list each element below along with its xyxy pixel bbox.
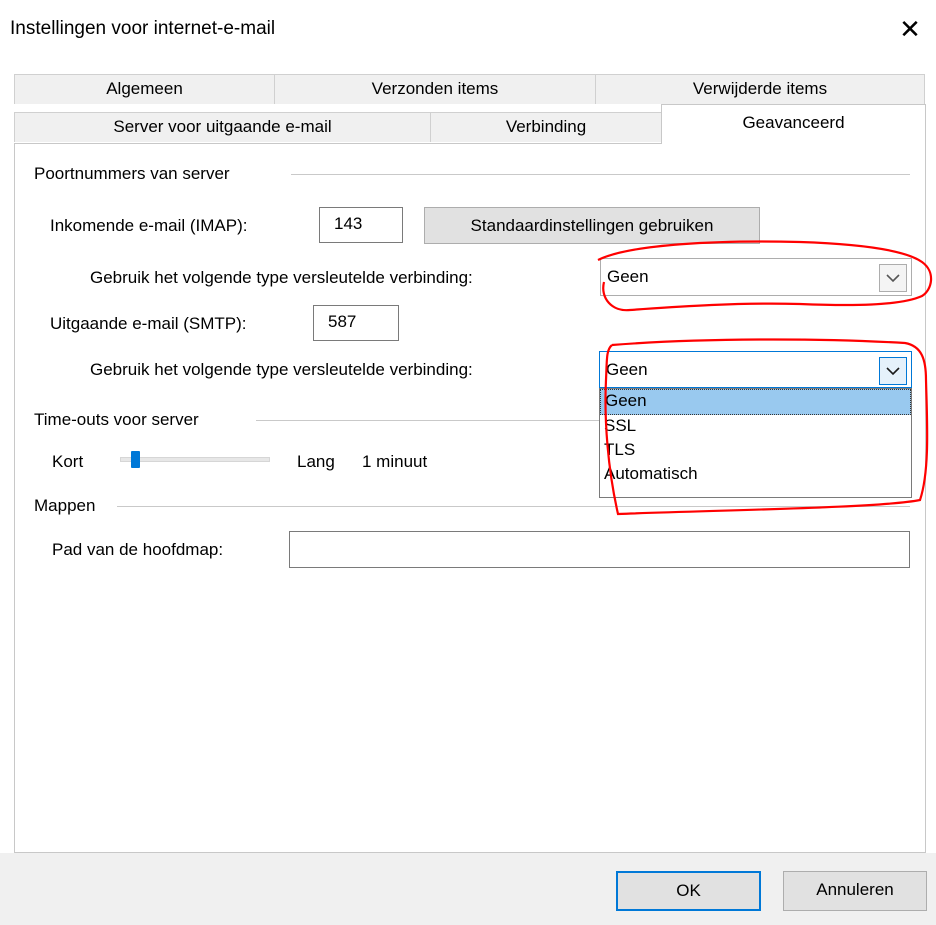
title-bar: Instellingen voor internet-e-mail ✕ xyxy=(0,0,936,58)
outgoing-label: Uitgaande e-mail (SMTP): xyxy=(50,314,247,333)
incoming-encryption-select[interactable]: Geen xyxy=(600,258,912,296)
outgoing-encryption-label: Gebruik het volgende type versleutelde v… xyxy=(90,360,473,379)
group-divider xyxy=(291,174,910,175)
group-divider xyxy=(256,420,599,421)
combo-value: Geen xyxy=(606,360,648,379)
outgoing-encryption-dropdown: Geen SSL TLS Automatisch xyxy=(599,388,912,498)
option-geen[interactable]: Geen xyxy=(600,389,911,415)
timeout-slider-track[interactable] xyxy=(120,457,270,462)
timeout-value: 1 minuut xyxy=(362,452,428,471)
root-path-input[interactable] xyxy=(289,531,910,568)
tab-label: Verwijderde items xyxy=(692,79,828,98)
option-automatisch[interactable]: Automatisch xyxy=(600,463,911,487)
ok-button[interactable]: OK xyxy=(616,871,761,911)
cancel-button[interactable]: Annuleren xyxy=(783,871,927,911)
tab-label: Verzonden items xyxy=(371,79,499,98)
incoming-encryption-label: Gebruik het volgende type versleutelde v… xyxy=(90,268,473,287)
combo-value: Geen xyxy=(607,267,649,286)
close-button[interactable]: ✕ xyxy=(893,12,927,46)
tab-label: Geavanceerd xyxy=(742,113,845,132)
group-label-timeouts: Time-outs voor server xyxy=(34,410,199,429)
close-icon: ✕ xyxy=(899,14,921,44)
group-label-folders: Mappen xyxy=(34,496,96,515)
tab-verzonden-items[interactable]: Verzonden items xyxy=(274,74,596,104)
use-defaults-button[interactable]: Standaardinstellingen gebruiken xyxy=(424,207,760,244)
root-path-label: Pad van de hoofdmap: xyxy=(52,540,224,559)
option-ssl[interactable]: SSL xyxy=(600,415,911,439)
group-label-ports: Poortnummers van server xyxy=(34,164,230,183)
incoming-port-input[interactable]: 143 xyxy=(319,207,403,243)
group-divider xyxy=(117,506,910,507)
outgoing-port-input[interactable]: 587 xyxy=(313,305,399,341)
timeout-short-label: Kort xyxy=(52,452,84,471)
option-tls[interactable]: TLS xyxy=(600,439,911,463)
timeout-slider-thumb[interactable] xyxy=(131,451,140,468)
tab-label: Server voor uitgaande e-mail xyxy=(113,117,332,136)
tab-server-uitgaande-email[interactable]: Server voor uitgaande e-mail xyxy=(14,112,431,142)
tab-label: Verbinding xyxy=(505,117,587,136)
tab-geavanceerd[interactable]: Geavanceerd xyxy=(661,104,926,144)
outgoing-encryption-select[interactable]: Geen xyxy=(599,351,912,388)
timeout-long-label: Lang xyxy=(297,452,335,471)
tab-verbinding[interactable]: Verbinding xyxy=(430,112,662,142)
tab-label: Algemeen xyxy=(106,79,183,98)
tab-panel xyxy=(14,143,926,853)
incoming-label: Inkomende e-mail (IMAP): xyxy=(50,216,248,235)
tab-verwijderde-items[interactable]: Verwijderde items xyxy=(595,74,925,104)
chevron-down-icon xyxy=(879,357,907,385)
chevron-down-icon xyxy=(879,264,907,292)
tab-algemeen[interactable]: Algemeen xyxy=(14,74,275,104)
window-title: Instellingen voor internet-e-mail xyxy=(10,18,276,39)
